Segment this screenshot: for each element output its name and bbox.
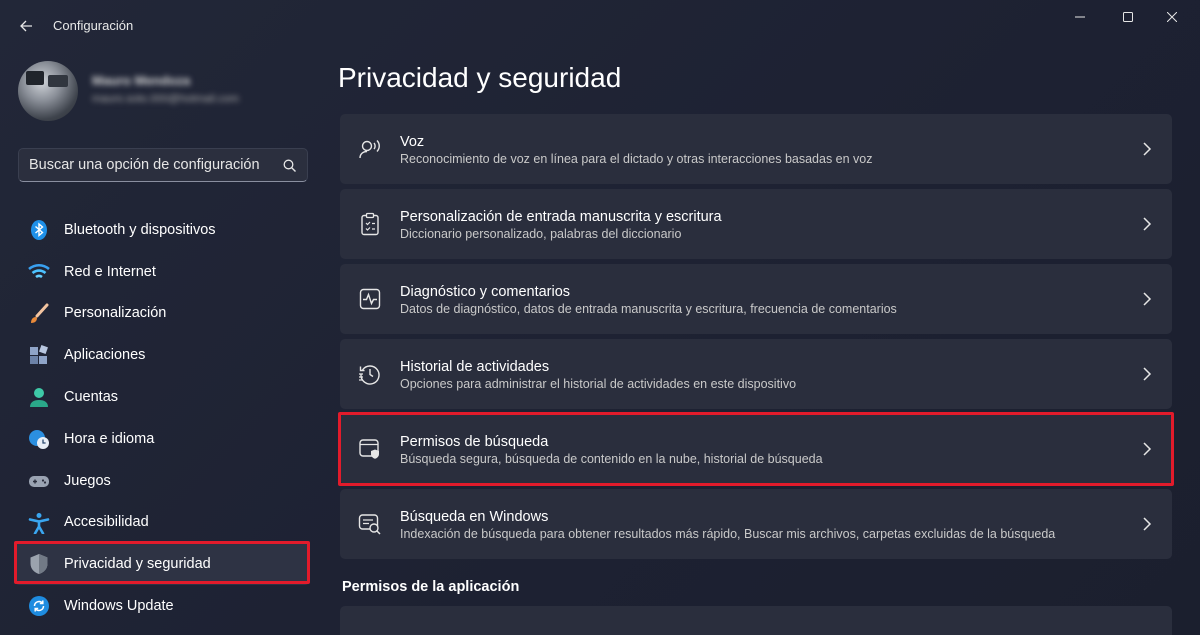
page-title: Privacidad y seguridad	[338, 62, 622, 93]
card-description: Reconocimiento de voz en línea para el d…	[400, 152, 873, 166]
settings-card-partial[interactable]	[340, 606, 1172, 635]
voice-icon	[359, 140, 380, 159]
sidebar-item-privacy-security[interactable]: Privacidad y seguridad	[14, 543, 310, 586]
pulse-icon	[359, 288, 381, 310]
card-description: Indexación de búsqueda para obtener resu…	[400, 527, 1056, 541]
close-button[interactable]	[1150, 6, 1194, 28]
sidebar-item-label: Aplicaciones	[64, 347, 146, 364]
search-input[interactable]	[29, 149, 279, 181]
gamepad-icon	[28, 470, 50, 492]
sidebar-item-label: Privacidad y seguridad	[64, 556, 211, 573]
shield-icon	[28, 553, 50, 575]
sidebar-item-label: Cuentas	[64, 389, 119, 406]
card-description: Búsqueda segura, búsqueda de contenido e…	[400, 452, 823, 466]
title-bar: Configuración	[0, 0, 1200, 52]
settings-card-windows-search[interactable]: Búsqueda en Windows Indexación de búsque…	[340, 489, 1172, 559]
card-description: Opciones para administrar el historial d…	[400, 377, 797, 391]
card-title: Diagnóstico y comentarios	[400, 284, 571, 300]
sidebar-item-label: Personalización	[64, 305, 167, 322]
sidebar-item-windows-update[interactable]: Windows Update	[14, 585, 310, 627]
chevron-right-icon	[1143, 517, 1152, 531]
section-title: Permisos de la aplicación	[342, 579, 520, 595]
sidebar-item-gaming[interactable]: Juegos	[14, 460, 310, 502]
sidebar-nav: Bluetooth y dispositivos Red e Internet …	[14, 209, 310, 627]
minimize-button[interactable]	[1058, 6, 1102, 28]
card-title: Personalización de entrada manuscrita y …	[400, 209, 722, 225]
settings-card-inking-typing[interactable]: Personalización de entrada manuscrita y …	[340, 189, 1172, 259]
chevron-right-icon	[1143, 142, 1152, 156]
card-title: Búsqueda en Windows	[400, 509, 549, 525]
chevron-right-icon	[1143, 217, 1152, 231]
close-icon	[1167, 12, 1177, 22]
settings-card-diagnostics[interactable]: Diagnóstico y comentarios Datos de diagn…	[340, 264, 1172, 334]
search-icon[interactable]	[282, 158, 298, 174]
history-icon	[359, 365, 380, 385]
sidebar-item-label: Windows Update	[64, 598, 174, 615]
brush-icon	[28, 303, 50, 325]
sidebar-item-label: Juegos	[64, 472, 111, 489]
card-description: Diccionario personalizado, palabras del …	[400, 227, 682, 241]
search-shield-icon	[359, 439, 379, 459]
sidebar-item-personalization[interactable]: Personalización	[14, 293, 310, 335]
minimize-icon	[1075, 16, 1085, 18]
search-window-icon	[358, 514, 381, 535]
clipboard-icon	[361, 212, 379, 236]
sidebar-item-time-language[interactable]: Hora e idioma	[14, 418, 310, 460]
settings-card-voz[interactable]: Voz Reconocimiento de voz en línea para …	[340, 114, 1172, 184]
back-arrow-icon	[20, 20, 32, 32]
sidebar-item-network[interactable]: Red e Internet	[14, 251, 310, 293]
card-title: Permisos de búsqueda	[400, 434, 549, 450]
card-title: Voz	[400, 134, 425, 150]
back-button[interactable]	[8, 10, 44, 42]
sidebar-item-label: Hora e idioma	[64, 430, 155, 447]
sidebar-item-accounts[interactable]: Cuentas	[14, 376, 310, 418]
card-title: Historial de actividades	[400, 359, 550, 375]
settings-card-search-permissions[interactable]: Permisos de búsqueda Búsqueda segura, bú…	[340, 414, 1172, 484]
globe-clock-icon	[28, 428, 50, 450]
chevron-right-icon	[1143, 442, 1152, 456]
apps-icon	[28, 344, 50, 366]
accessibility-icon	[28, 512, 50, 534]
settings-card-activity-history[interactable]: Historial de actividades Opciones para a…	[340, 339, 1172, 409]
sidebar-item-accessibility[interactable]: Accesibilidad	[14, 502, 310, 544]
app-title: Configuración	[53, 18, 134, 33]
chevron-right-icon	[1143, 367, 1152, 381]
sidebar-item-label: Bluetooth y dispositivos	[64, 221, 216, 238]
maximize-icon	[1123, 12, 1133, 22]
bluetooth-icon	[28, 219, 50, 241]
profile-name: Mauro Mendoza	[92, 73, 191, 88]
sidebar-item-label: Accesibilidad	[64, 514, 149, 531]
card-description: Datos de diagnóstico, datos de entrada m…	[400, 302, 897, 316]
chevron-right-icon	[1143, 292, 1152, 306]
profile-email: mauro.soto.000@hotmail.com	[92, 93, 239, 105]
sidebar-item-apps[interactable]: Aplicaciones	[14, 334, 310, 376]
sidebar-item-bluetooth[interactable]: Bluetooth y dispositivos	[14, 209, 310, 251]
person-icon	[28, 386, 50, 408]
search-box[interactable]	[18, 148, 308, 182]
maximize-button[interactable]	[1106, 6, 1150, 28]
sidebar-item-label: Red e Internet	[64, 263, 156, 280]
update-icon	[28, 595, 50, 617]
avatar[interactable]	[18, 61, 78, 121]
wifi-icon	[28, 261, 50, 283]
settings-window: Configuración Mauro Mendoza mauro.soto.0…	[0, 0, 1200, 635]
